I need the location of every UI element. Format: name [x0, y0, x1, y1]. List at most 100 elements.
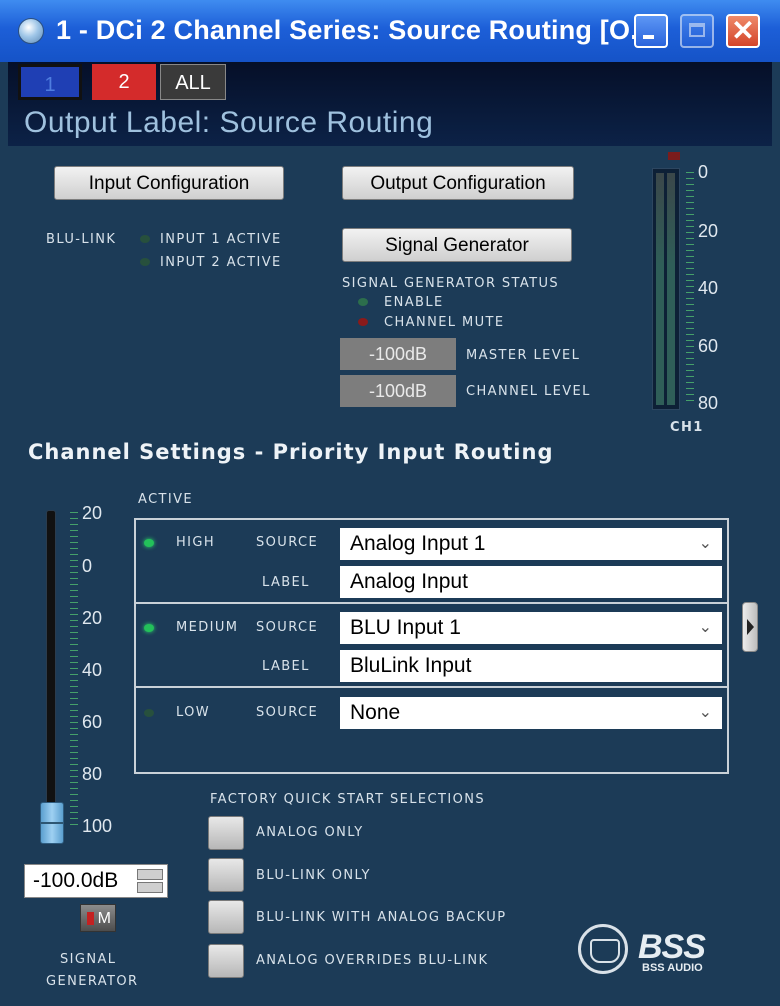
scale-tick — [686, 202, 694, 203]
scale-tick — [70, 536, 78, 537]
scale-tick — [686, 304, 694, 305]
scale-tick — [70, 770, 78, 771]
scale-tick — [70, 788, 78, 789]
bss-logo-name: BSS AUDIO — [642, 962, 703, 974]
low-source-select[interactable]: None ⌄ — [340, 697, 722, 729]
scale-tick — [686, 328, 694, 329]
scale-tick — [686, 256, 694, 257]
step-down-icon[interactable] — [137, 882, 163, 893]
scale-tick — [686, 274, 694, 275]
chevron-down-icon[interactable]: ⌄ — [699, 697, 712, 729]
low-active-led — [144, 709, 154, 717]
scale-tick — [70, 782, 78, 783]
meter-scale-label: 0 — [698, 162, 709, 182]
high-source-value: Analog Input 1 — [350, 532, 486, 555]
window-title: 1 - DCi 2 Channel Series: Source Routing… — [56, 15, 654, 45]
scale-tick — [70, 764, 78, 765]
chevron-down-icon[interactable]: ⌄ — [699, 528, 712, 560]
scale-tick — [686, 226, 694, 227]
scale-tick — [686, 400, 694, 401]
scale-tick — [686, 298, 694, 299]
channel-tab-all[interactable]: ALL — [160, 64, 226, 100]
priority-high-label: HIGH — [176, 535, 216, 550]
scale-tick — [70, 824, 78, 825]
scale-tick — [70, 758, 78, 759]
fader-scale-label: 0 — [82, 556, 93, 576]
scale-tick — [686, 178, 694, 179]
scale-tick — [70, 806, 78, 807]
master-level-value: -100dB — [340, 338, 456, 370]
title-bar[interactable]: 1 - DCi 2 Channel Series: Source Routing… — [0, 0, 780, 62]
signal-generator-button[interactable]: Signal Generator — [342, 228, 572, 262]
fader-knob[interactable] — [40, 802, 64, 844]
scale-tick — [686, 292, 694, 293]
scale-tick — [686, 232, 694, 233]
channel-tab-2[interactable]: 2 — [92, 64, 156, 100]
bss-crown-logo — [578, 924, 628, 974]
scale-tick — [686, 358, 694, 359]
blu-link-analog-backup-label: BLU-LINK WITH ANALOG BACKUP — [256, 910, 507, 925]
fader-scale-label: 100 — [82, 816, 113, 836]
scale-tick — [70, 800, 78, 801]
blu-link-only-button[interactable] — [208, 858, 244, 892]
fader-track[interactable] — [46, 510, 56, 842]
scale-tick — [686, 262, 694, 263]
blu-link-analog-backup-button[interactable] — [208, 900, 244, 934]
channel-tab-1[interactable]: 1 — [18, 64, 82, 100]
scale-tick — [686, 286, 694, 287]
medium-source-select[interactable]: BLU Input 1 ⌄ — [340, 612, 722, 644]
scale-tick — [70, 734, 78, 735]
scale-tick — [70, 542, 78, 543]
input-1-active-led — [140, 235, 150, 243]
scale-tick — [70, 644, 78, 645]
chevron-down-icon[interactable]: ⌄ — [699, 612, 712, 644]
scale-tick — [686, 190, 694, 191]
label-label: LABEL — [262, 659, 310, 674]
scale-tick — [686, 244, 694, 245]
medium-label-field[interactable]: BluLink Input — [340, 650, 722, 682]
output-configuration-button[interactable]: Output Configuration — [342, 166, 574, 200]
scale-tick — [686, 172, 694, 173]
fader-scale-label: 80 — [82, 764, 103, 784]
scale-tick — [70, 578, 78, 579]
meter-scale-label: 80 — [698, 393, 719, 413]
analog-overrides-blu-link-button[interactable] — [208, 944, 244, 978]
signal-generator-mute-button[interactable]: M — [80, 904, 116, 932]
analog-only-button[interactable] — [208, 816, 244, 850]
scale-tick — [70, 668, 78, 669]
output-meter — [652, 168, 680, 410]
close-icon[interactable]: ✕ — [726, 14, 760, 48]
scale-tick — [70, 812, 78, 813]
channel-mute-label: CHANNEL MUTE — [384, 315, 505, 330]
expand-arrow-icon[interactable] — [742, 602, 758, 652]
high-source-select[interactable]: Analog Input 1 ⌄ — [340, 528, 722, 560]
fader-level-stepper[interactable]: -100.0dB — [24, 864, 168, 898]
active-column-label: ACTIVE — [138, 492, 194, 507]
fader-scale-label: 20 — [82, 608, 103, 628]
source-label: SOURCE — [256, 620, 319, 635]
input-configuration-button[interactable]: Input Configuration — [54, 166, 284, 200]
step-up-icon[interactable] — [137, 869, 163, 880]
medium-source-value: BLU Input 1 — [350, 616, 461, 639]
maximize-icon[interactable] — [680, 14, 714, 48]
scale-tick — [70, 728, 78, 729]
scale-tick — [686, 280, 694, 281]
scale-tick — [70, 776, 78, 777]
scale-tick — [70, 674, 78, 675]
scale-tick — [686, 364, 694, 365]
blu-link-only-label: BLU-LINK ONLY — [256, 868, 371, 883]
scale-tick — [70, 686, 78, 687]
priority-medium-label: MEDIUM — [176, 620, 239, 635]
scale-tick — [70, 638, 78, 639]
scale-tick — [70, 554, 78, 555]
high-label-field[interactable]: Analog Input — [340, 566, 722, 598]
stepper-arrows[interactable] — [137, 869, 163, 893]
medium-active-led — [144, 624, 154, 632]
scale-tick — [686, 322, 694, 323]
scale-tick — [70, 716, 78, 717]
minimize-icon[interactable] — [634, 14, 668, 48]
scale-tick — [70, 656, 78, 657]
scale-tick — [686, 370, 694, 371]
scale-tick — [70, 596, 78, 597]
header-band: 1 2 ALL Output Label: Source Routing — [8, 62, 772, 146]
